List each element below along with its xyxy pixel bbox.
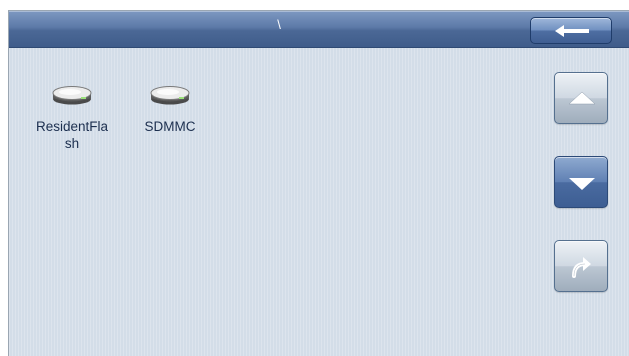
arrow-left-icon bbox=[555, 25, 589, 37]
triangle-up-icon bbox=[568, 91, 596, 105]
drive-icon bbox=[150, 86, 190, 105]
back-button[interactable] bbox=[530, 17, 612, 44]
drive-label: SDMMC bbox=[144, 119, 196, 134]
scroll-down-button[interactable] bbox=[554, 156, 608, 208]
open-button[interactable] bbox=[554, 240, 608, 292]
triangle-down-icon bbox=[569, 178, 595, 190]
title-bar: \ bbox=[9, 11, 629, 48]
scroll-up-button[interactable] bbox=[554, 72, 608, 124]
drive-item-sdmmc[interactable]: SDMMC bbox=[135, 84, 205, 135]
drive-icon bbox=[52, 86, 92, 105]
file-browser-screen: \ ResidentFlash SDMMC bbox=[8, 10, 629, 356]
curved-arrow-icon bbox=[572, 257, 591, 278]
drive-item-residentflash[interactable]: ResidentFlash bbox=[33, 84, 111, 152]
drive-label: ResidentFlash bbox=[35, 119, 109, 151]
current-path: \ bbox=[277, 17, 281, 32]
